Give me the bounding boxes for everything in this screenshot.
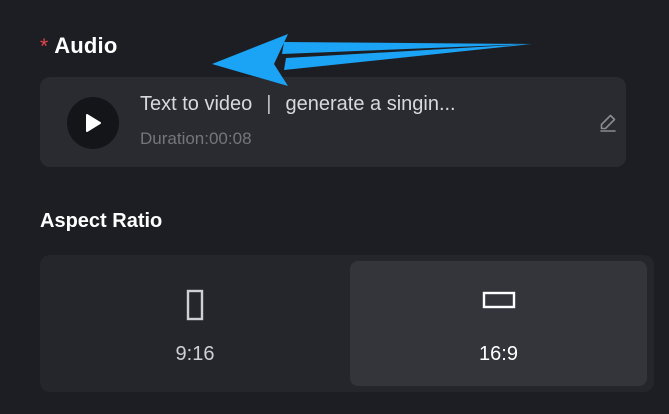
audio-section-heading: * Audio xyxy=(40,30,118,62)
pencil-icon xyxy=(600,114,616,132)
play-icon xyxy=(86,114,101,132)
aspect-option-16-9[interactable]: 16:9 xyxy=(350,261,647,386)
landscape-rect-icon xyxy=(482,291,515,309)
play-button[interactable] xyxy=(67,97,119,149)
audio-track-card[interactable]: Text to video | generate a singin... Durat… xyxy=(40,77,626,167)
audio-duration: Duration:00:08 xyxy=(140,129,252,148)
aspect-option-9-16[interactable]: 9:16 xyxy=(46,261,344,386)
audio-track-name: Text to video | generate a singin... xyxy=(140,93,456,116)
audio-title: Audio xyxy=(54,33,118,58)
aspect-option-label: 16:9 xyxy=(479,343,518,365)
aspect-option-label: 9:16 xyxy=(175,343,215,365)
audio-settings-panel: * Audio Text to video | generate a singin.… xyxy=(0,0,669,414)
aspect-ratio-selector: 9:16 16:9 xyxy=(40,255,654,392)
track-separator: | xyxy=(266,93,272,115)
edit-audio-button[interactable] xyxy=(596,110,620,134)
aspect-ratio-heading: Aspect Ratio xyxy=(40,210,163,232)
required-marker: * xyxy=(40,35,49,58)
track-prompt: generate a singin... xyxy=(285,93,456,115)
portrait-rect-icon xyxy=(186,289,204,321)
annotation-arrow xyxy=(212,34,532,86)
track-source: Text to video xyxy=(140,93,253,115)
